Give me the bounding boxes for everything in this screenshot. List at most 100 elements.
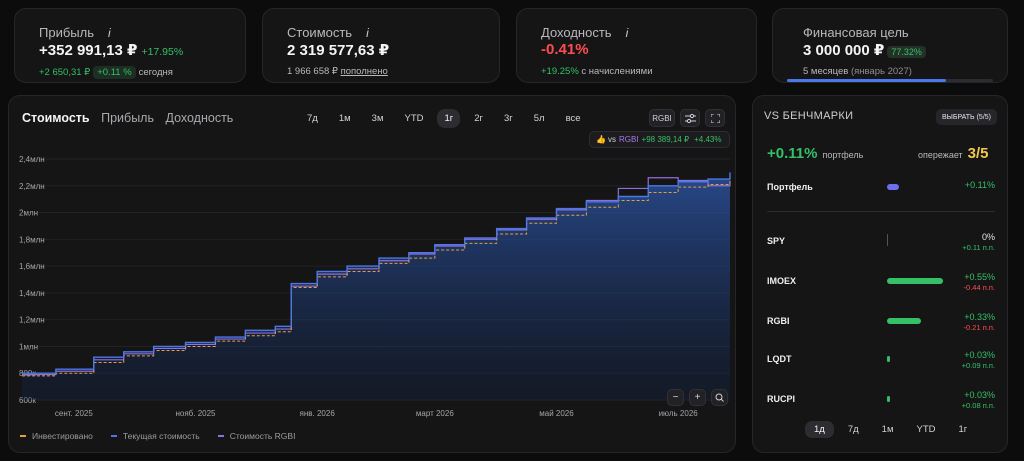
sliders-icon (684, 113, 696, 123)
x-tick-label: сент. 2025 (55, 409, 93, 418)
benchmark-name: RUCPI (767, 394, 796, 404)
benchmark-value: +0.03% (964, 390, 995, 400)
period-all[interactable]: все (559, 109, 588, 128)
benchmark-row-spy[interactable]: SPY 0% +0.11 п.п. (767, 232, 995, 256)
goal-progress-fill (787, 79, 947, 82)
benchmark-diff: -0.44 п.п. (963, 283, 995, 292)
benchmark-period-selector: 1д 7д 1м YTD 1г (805, 421, 981, 438)
zoom-out-button[interactable]: − (667, 389, 684, 406)
benchmark-value: +0.55% (964, 272, 995, 282)
benchmark-row-imoex[interactable]: IMOEX +0.55% -0.44 п.п. (767, 272, 995, 296)
benchmark-name: IMOEX (767, 276, 797, 286)
goal-progress-bar (787, 79, 993, 82)
zoom-reset-button[interactable] (711, 389, 728, 406)
bench-period-1d[interactable]: 1д (805, 421, 834, 438)
legend-current-value[interactable]: Текущая стоимость (110, 431, 200, 441)
fullscreen-button[interactable] (705, 109, 725, 127)
x-tick-label: июль 2026 (659, 409, 699, 418)
deposited-link[interactable]: пополнено (341, 66, 388, 77)
benchmark-bar (887, 356, 891, 362)
chart-settings-button[interactable] (680, 109, 700, 127)
profit-value: +352 991,13 ₽ +17.95% (39, 42, 184, 59)
yield-value: -0.41% (541, 41, 589, 58)
y-tick-label: 1,6млн (19, 262, 45, 271)
profit-card: Прибыль i +352 991,13 ₽ +17.95% +2 650,31 … (14, 8, 246, 83)
x-tick-label: нояб. 2025 (175, 409, 216, 418)
legend-rgbi-value[interactable]: Стоимость RGBI (217, 431, 295, 441)
period-selector: 7д 1м 3м YTD 1г 2г 3г 5л все (300, 109, 595, 128)
x-tick-label: март 2026 (416, 409, 454, 418)
yield-label: Доходность i (541, 25, 629, 40)
benchmark-diff: +0.08 п.п. (961, 401, 995, 410)
cost-deposited: 1 966 658 ₽ пополнено (287, 66, 388, 77)
thumbs-up-icon: 👍 (596, 135, 606, 144)
tab-profit[interactable]: Прибыль (101, 111, 154, 125)
bench-period-1m[interactable]: 1м (873, 421, 903, 438)
benchmark-name: SPY (767, 236, 786, 246)
period-1y[interactable]: 1г (437, 109, 461, 128)
y-tick-label: 2,2млн (19, 182, 45, 191)
chart-tabs: Стоимость Прибыль Доходность (22, 111, 241, 125)
bench-period-7d[interactable]: 7д (839, 421, 868, 438)
info-icon[interactable]: i (366, 26, 369, 40)
rgbi-compare-button[interactable]: RGBI (649, 109, 675, 127)
benchmark-diff: -0.21 п.п. (963, 323, 995, 332)
y-tick-label: 1,4млн (19, 289, 45, 298)
goal-label: Финансовая цель (803, 25, 909, 40)
profit-label: Прибыль i (39, 25, 111, 40)
profit-pct: +17.95% (141, 46, 184, 58)
x-tick-label: май 2026 (539, 409, 574, 418)
benchmark-bar (887, 234, 888, 246)
benchmark-bar (887, 318, 921, 324)
ahead-count: опережает 3/5 (918, 145, 989, 162)
portfolio-change: +0.11% портфель (767, 145, 864, 162)
zoom-in-button[interactable]: + (689, 389, 706, 406)
tab-cost[interactable]: Стоимость (22, 111, 90, 125)
benchmark-row-portfolio: Портфель +0.11% (767, 180, 995, 192)
benchmark-row-rucpi[interactable]: RUCPI +0.03% +0.08 п.п. (767, 390, 995, 414)
period-3m[interactable]: 3м (365, 109, 391, 128)
divider (767, 211, 995, 212)
benchmark-value: +0.03% (964, 350, 995, 360)
goal-pct: 77.32% (887, 46, 926, 58)
period-5y[interactable]: 5л (527, 109, 552, 128)
benchmark-bar (887, 278, 943, 284)
y-tick-label: 1,2млн (19, 316, 45, 325)
benchmark-name: RGBI (767, 316, 790, 326)
value-chart[interactable]: 2,4млн 2,2млн 2млн 1,8млн 1,6млн 1,4млн 1,2млн… (8, 148, 736, 428)
benchmark-row-lqdt[interactable]: LQDT +0.03% +0.09 п.п. (767, 350, 995, 374)
bench-period-1y[interactable]: 1г (949, 421, 976, 438)
profit-today: +2 650,31 ₽ +0.11 % сегодня (39, 66, 173, 79)
cost-card: Стоимость i 2 319 577,63 ₽ 1 966 658 ₽ по… (262, 8, 500, 83)
goal-value: 3 000 000 ₽77.32% (803, 41, 929, 59)
x-tick-label: янв. 2026 (300, 409, 336, 418)
legend-invested[interactable]: Инвестировано (20, 431, 93, 441)
benchmark-row-rgbi[interactable]: RGBI +0.33% -0.21 п.п. (767, 312, 995, 336)
goal-card[interactable]: Финансовая цель 3 000 000 ₽77.32% 5 меся… (772, 8, 1008, 83)
benchmark-diff: +0.11 п.п. (962, 243, 995, 252)
tab-yield[interactable]: Доходность (165, 111, 233, 125)
benchmark-value: +0.33% (964, 312, 995, 322)
cost-label: Стоимость i (287, 25, 369, 40)
y-tick-label: 2,4млн (19, 155, 45, 164)
y-tick-label: 1млн (19, 342, 38, 351)
bench-period-ytd[interactable]: YTD (907, 421, 944, 438)
benchmark-diff: +0.09 п.п. (961, 361, 995, 370)
select-benchmarks-button[interactable]: ВЫБРАТЬ (5/5) (936, 109, 997, 125)
period-2y[interactable]: 2г (467, 109, 490, 128)
period-ytd[interactable]: YTD (397, 109, 430, 128)
y-tick-label: 2млн (19, 209, 38, 218)
period-7d[interactable]: 7д (300, 109, 325, 128)
benchmark-name: LQDT (767, 354, 792, 364)
benchmark-value: 0% (981, 232, 995, 242)
period-3y[interactable]: 3г (497, 109, 520, 128)
info-icon[interactable]: i (108, 26, 111, 40)
period-1m[interactable]: 1м (332, 109, 358, 128)
cost-value: 2 319 577,63 ₽ (287, 42, 390, 59)
info-icon[interactable]: i (626, 26, 629, 40)
benchmarks-title: VS БЕНЧМАРКИ (764, 110, 854, 122)
rgbi-comparison: 👍 vs RGBI +98 389,14 ₽ +4.43% (589, 131, 730, 148)
yield-card: Доходность i -0.41% +19.25% с начислениям… (516, 8, 757, 83)
y-tick-label: 1,8млн (19, 235, 45, 244)
yield-accrued: +19.25% с начислениями (541, 66, 653, 77)
